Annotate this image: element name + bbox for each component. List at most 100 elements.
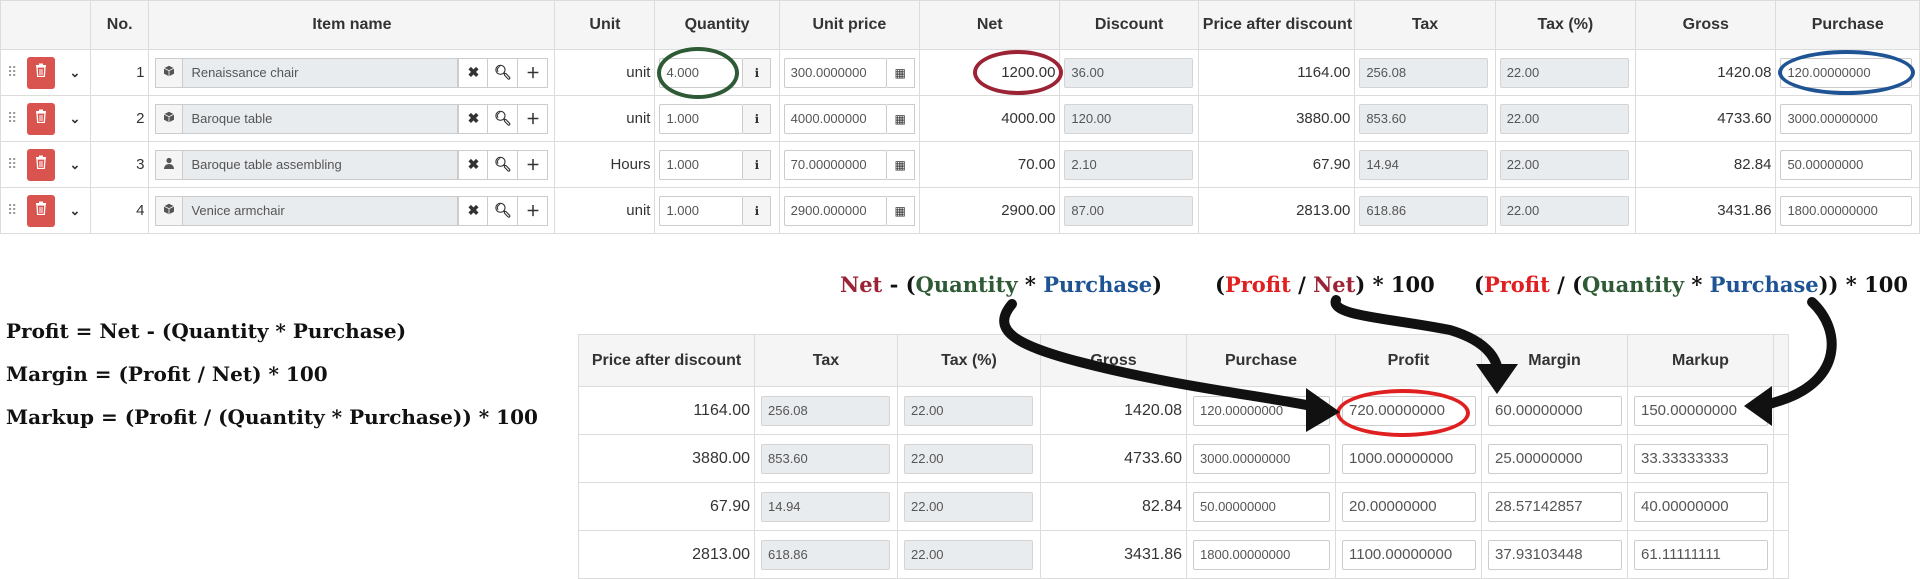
drag-handle-icon[interactable]: ⠿	[7, 202, 19, 219]
clear-item-button[interactable]: ✖	[458, 103, 489, 134]
tax-input: 853.60	[1359, 103, 1489, 134]
header-unit-price: Unit price	[778, 0, 921, 50]
purchase-input[interactable]: 50.00000000	[1193, 491, 1330, 522]
table-row: ⠿ ⌄ 1 Renaissance chair ✖ 🔍︎ ＋ unit 4.00…	[0, 49, 1920, 96]
header-price-after-discount: Price after discount	[578, 334, 755, 387]
profit-input[interactable]: 20.00000000	[1342, 491, 1476, 522]
purchase-input[interactable]: 3000.00000000	[1193, 443, 1330, 474]
margin-input[interactable]: 37.93103448	[1488, 539, 1622, 570]
info-icon[interactable]: ℹ	[743, 149, 772, 180]
unit-price-input[interactable]: 70.00000000	[783, 149, 887, 180]
discount-input: 2.10	[1064, 149, 1194, 180]
purchase-input[interactable]: 3000.00000000	[1780, 103, 1913, 134]
unit-price-input[interactable]: 4000.000000	[783, 103, 887, 134]
gross-cell: 4733.60	[1040, 434, 1187, 483]
info-icon[interactable]: ℹ	[743, 195, 772, 226]
tax-pct-input: 22.00	[904, 491, 1033, 522]
unit-price-input[interactable]: 300.0000000	[783, 57, 887, 88]
header-tax-pct: Tax (%)	[897, 334, 1041, 387]
chevron-down-icon[interactable]: ⌄	[65, 65, 85, 81]
margin-input[interactable]: 28.57142857	[1488, 491, 1622, 522]
calculator-icon[interactable]: ▦	[886, 57, 915, 88]
clear-item-button[interactable]: ✖	[458, 57, 489, 88]
markup-input[interactable]: 40.00000000	[1634, 491, 1768, 522]
profit-header-formula: Net - (Quantity * Purchase)	[840, 272, 1163, 297]
drag-handle-icon[interactable]: ⠿	[7, 156, 19, 173]
purchase-input[interactable]: 120.00000000	[1193, 395, 1330, 426]
table-row: ⠿ ⌄ 2 Baroque table ✖ 🔍︎ ＋ unit 1.000 ℹ 4…	[0, 95, 1920, 142]
gross-cell: 82.84	[1635, 141, 1777, 188]
add-item-button[interactable]: ＋	[518, 149, 549, 180]
tax-pct-input: 22.00	[1499, 103, 1629, 134]
drag-handle-icon[interactable]: ⠿	[7, 110, 19, 127]
quantity-input[interactable]: 1.000	[659, 195, 744, 226]
table-row: 1164.00 256.08 22.00 1420.08 120.0000000…	[578, 386, 1789, 435]
header-tax-pct: Tax (%)	[1494, 0, 1637, 50]
tax-pct-input: 22.00	[904, 395, 1033, 426]
row-number: 2	[89, 95, 150, 142]
info-icon[interactable]: ℹ	[743, 57, 772, 88]
quantity-input[interactable]: 1.000	[659, 103, 744, 134]
header-margin: Margin	[1481, 334, 1628, 387]
delete-row-button[interactable]	[27, 56, 56, 89]
invoice-lines-table: No. Item name Unit Quantity Unit price N…	[0, 0, 1920, 234]
profit-table: Price after discount Tax Tax (%) Gross P…	[578, 334, 1789, 579]
price-after-discount-cell: 3880.00	[578, 434, 755, 483]
cube-icon	[163, 65, 175, 80]
calculator-icon[interactable]: ▦	[886, 195, 915, 226]
chevron-down-icon[interactable]: ⌄	[65, 157, 85, 173]
header-price-after-discount: Price after discount	[1197, 0, 1356, 50]
gross-cell: 82.84	[1040, 482, 1187, 531]
header-gross: Gross	[1040, 334, 1187, 387]
discount-input: 36.00	[1064, 57, 1194, 88]
clear-icon: ✖	[467, 110, 480, 126]
margin-formula: Margin = (Profit / Net) * 100	[6, 362, 328, 386]
quantity-input[interactable]: 1.000	[659, 149, 744, 180]
add-item-button[interactable]: ＋	[518, 57, 549, 88]
tax-input: 14.94	[1359, 149, 1489, 180]
search-item-button[interactable]: 🔍︎	[488, 195, 519, 226]
header-item-name: Item name	[148, 0, 556, 50]
clear-item-button[interactable]: ✖	[458, 195, 489, 226]
margin-input[interactable]: 25.00000000	[1488, 443, 1622, 474]
info-icon[interactable]: ℹ	[743, 103, 772, 134]
purchase-input[interactable]: 50.00000000	[1780, 149, 1913, 180]
search-item-button[interactable]: 🔍︎	[488, 103, 519, 134]
calculator-icon[interactable]: ▦	[886, 149, 915, 180]
clear-item-button[interactable]: ✖	[458, 149, 489, 180]
item-name-input[interactable]: Baroque table	[183, 103, 459, 134]
table-header-row: Price after discount Tax Tax (%) Gross P…	[578, 334, 1789, 387]
item-name-input[interactable]: Venice armchair	[183, 195, 459, 226]
delete-row-button[interactable]	[27, 148, 56, 181]
drag-handle-icon[interactable]: ⠿	[7, 64, 19, 81]
add-item-button[interactable]: ＋	[518, 195, 549, 226]
cube-icon	[163, 111, 175, 126]
delete-row-button[interactable]	[27, 102, 56, 135]
calculator-icon[interactable]: ▦	[886, 103, 915, 134]
search-item-button[interactable]: 🔍︎	[488, 149, 519, 180]
chevron-down-icon[interactable]: ⌄	[65, 111, 85, 127]
purchase-input[interactable]: 1800.00000000	[1780, 195, 1913, 226]
add-item-button[interactable]: ＋	[518, 103, 549, 134]
header-tax: Tax	[754, 334, 898, 387]
unit-price-input[interactable]: 2900.000000	[783, 195, 887, 226]
item-name-field: Baroque table assembling ✖ 🔍︎ ＋	[155, 149, 549, 181]
markup-input[interactable]: 61.11111111	[1634, 539, 1768, 570]
delete-row-button[interactable]	[27, 194, 56, 227]
search-item-button[interactable]: 🔍︎	[488, 57, 519, 88]
plus-icon: ＋	[525, 64, 540, 81]
profit-input[interactable]: 1100.00000000	[1342, 539, 1476, 570]
chevron-down-icon[interactable]: ⌄	[65, 203, 85, 219]
margin-input[interactable]: 60.00000000	[1488, 395, 1622, 426]
header-net: Net	[919, 0, 1061, 50]
purchase-input[interactable]: 1800.00000000	[1193, 539, 1330, 570]
discount-input: 120.00	[1064, 103, 1194, 134]
markup-input[interactable]: 150.00000000	[1634, 395, 1768, 426]
markup-input[interactable]: 33.33333333	[1634, 443, 1768, 474]
table-row: ⠿ ⌄ 4 Venice armchair ✖ 🔍︎ ＋ unit 1.000 ℹ…	[0, 187, 1920, 234]
item-name-field: Venice armchair ✖ 🔍︎ ＋	[155, 195, 549, 227]
net-cell: 2900.00	[919, 187, 1061, 234]
item-name-input[interactable]: Renaissance chair	[183, 57, 459, 88]
profit-input[interactable]: 1000.00000000	[1342, 443, 1476, 474]
item-name-input[interactable]: Baroque table assembling	[183, 149, 459, 180]
